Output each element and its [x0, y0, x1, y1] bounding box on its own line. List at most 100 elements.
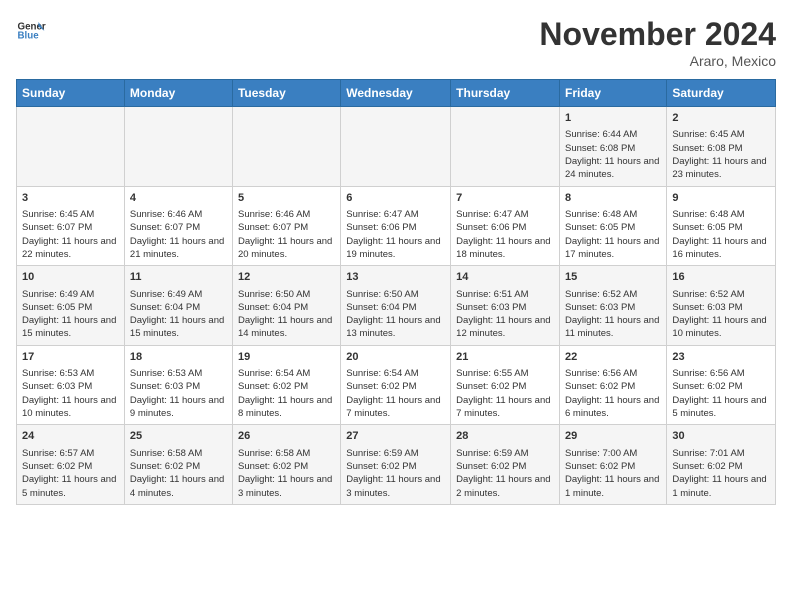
day-info: Sunrise: 6:54 AM Sunset: 6:02 PM Dayligh… [238, 368, 332, 419]
day-info: Sunrise: 6:56 AM Sunset: 6:02 PM Dayligh… [565, 368, 659, 419]
day-number: 15 [565, 270, 661, 285]
calendar-day-cell: 30 Sunrise: 7:01 AM Sunset: 6:02 PM Dayli… [667, 425, 776, 505]
day-info: Sunrise: 6:48 AM Sunset: 6:05 PM Dayligh… [672, 209, 766, 260]
day-number: 6 [346, 191, 445, 206]
weekday-header-cell: Tuesday [232, 80, 340, 107]
day-info: Sunrise: 6:46 AM Sunset: 6:07 PM Dayligh… [238, 209, 332, 260]
location: Araro, Mexico [539, 53, 776, 69]
day-number: 30 [672, 429, 770, 444]
weekday-header-cell: Thursday [451, 80, 560, 107]
day-number: 5 [238, 191, 335, 206]
calendar-day-cell: 29Sunrise: 7:00 AM Sunset: 6:02 PM Dayli… [560, 425, 667, 505]
calendar-day-cell: 3Sunrise: 6:45 AM Sunset: 6:07 PM Daylig… [17, 186, 125, 266]
day-info: Sunrise: 6:53 AM Sunset: 6:03 PM Dayligh… [22, 368, 116, 419]
day-info: Sunrise: 6:49 AM Sunset: 6:05 PM Dayligh… [22, 289, 116, 340]
calendar-day-cell: 2 Sunrise: 6:45 AM Sunset: 6:08 PM Daylig… [667, 107, 776, 187]
calendar-day-cell: 17 Sunrise: 6:53 AM Sunset: 6:03 PM Dayli… [17, 345, 125, 425]
svg-text:Blue: Blue [18, 31, 40, 42]
day-number: 9 [672, 191, 770, 206]
day-number: 22 [565, 350, 661, 365]
day-info: Sunrise: 6:57 AM Sunset: 6:02 PM Dayligh… [22, 448, 116, 499]
day-info: Sunrise: 6:51 AM Sunset: 6:03 PM Dayligh… [456, 289, 550, 340]
calendar-day-cell [232, 107, 340, 187]
calendar-week-row: 24Sunrise: 6:57 AM Sunset: 6:02 PM Dayli… [17, 425, 776, 505]
weekday-header-cell: Friday [560, 80, 667, 107]
calendar-day-cell: 27Sunrise: 6:59 AM Sunset: 6:02 PM Dayli… [341, 425, 451, 505]
calendar-day-cell: 7 Sunrise: 6:47 AM Sunset: 6:06 PM Daylig… [451, 186, 560, 266]
day-number: 12 [238, 270, 335, 285]
day-number: 7 [456, 191, 554, 206]
day-number: 16 [672, 270, 770, 285]
day-info: Sunrise: 7:01 AM Sunset: 6:02 PM Dayligh… [672, 448, 766, 499]
day-number: 13 [346, 270, 445, 285]
day-info: Sunrise: 6:59 AM Sunset: 6:02 PM Dayligh… [456, 448, 550, 499]
day-info: Sunrise: 6:47 AM Sunset: 6:06 PM Dayligh… [346, 209, 440, 260]
calendar-day-cell: 24Sunrise: 6:57 AM Sunset: 6:02 PM Dayli… [17, 425, 125, 505]
day-number: 26 [238, 429, 335, 444]
day-info: Sunrise: 6:53 AM Sunset: 6:03 PM Dayligh… [130, 368, 224, 419]
day-info: Sunrise: 6:54 AM Sunset: 6:02 PM Dayligh… [346, 368, 440, 419]
day-info: Sunrise: 6:47 AM Sunset: 6:06 PM Dayligh… [456, 209, 550, 260]
page-header: General Blue November 2024 Araro, Mexico [16, 16, 776, 69]
day-info: Sunrise: 6:45 AM Sunset: 6:08 PM Dayligh… [672, 129, 766, 180]
day-info: Sunrise: 6:50 AM Sunset: 6:04 PM Dayligh… [346, 289, 440, 340]
calendar-day-cell: 19 Sunrise: 6:54 AM Sunset: 6:02 PM Dayli… [232, 345, 340, 425]
day-info: Sunrise: 6:56 AM Sunset: 6:02 PM Dayligh… [672, 368, 766, 419]
day-number: 17 [22, 350, 119, 365]
weekday-header-cell: Sunday [17, 80, 125, 107]
day-number: 2 [672, 111, 770, 126]
calendar-day-cell: 4 Sunrise: 6:46 AM Sunset: 6:07 PM Daylig… [124, 186, 232, 266]
calendar-table: SundayMondayTuesdayWednesdayThursdayFrid… [16, 79, 776, 505]
day-number: 21 [456, 350, 554, 365]
day-number: 8 [565, 191, 661, 206]
day-number: 14 [456, 270, 554, 285]
day-info: Sunrise: 6:46 AM Sunset: 6:07 PM Dayligh… [130, 209, 224, 260]
calendar-day-cell: 5 Sunrise: 6:46 AM Sunset: 6:07 PM Daylig… [232, 186, 340, 266]
calendar-day-cell: 28Sunrise: 6:59 AM Sunset: 6:02 PM Dayli… [451, 425, 560, 505]
logo: General Blue [16, 16, 46, 46]
calendar-body: 1Sunrise: 6:44 AM Sunset: 6:08 PM Daylig… [17, 107, 776, 505]
day-number: 1 [565, 111, 661, 126]
day-number: 23 [672, 350, 770, 365]
day-info: Sunrise: 6:52 AM Sunset: 6:03 PM Dayligh… [672, 289, 766, 340]
calendar-day-cell [451, 107, 560, 187]
day-info: Sunrise: 7:00 AM Sunset: 6:02 PM Dayligh… [565, 448, 659, 499]
day-number: 4 [130, 191, 227, 206]
calendar-day-cell: 22 Sunrise: 6:56 AM Sunset: 6:02 PM Dayli… [560, 345, 667, 425]
calendar-day-cell: 15 Sunrise: 6:52 AM Sunset: 6:03 PM Dayli… [560, 266, 667, 346]
calendar-day-cell: 10 Sunrise: 6:49 AM Sunset: 6:05 PM Dayli… [17, 266, 125, 346]
calendar-week-row: 1Sunrise: 6:44 AM Sunset: 6:08 PM Daylig… [17, 107, 776, 187]
day-number: 18 [130, 350, 227, 365]
day-info: Sunrise: 6:48 AM Sunset: 6:05 PM Dayligh… [565, 209, 659, 260]
calendar-day-cell: 26Sunrise: 6:58 AM Sunset: 6:02 PM Dayli… [232, 425, 340, 505]
calendar-day-cell: 23 Sunrise: 6:56 AM Sunset: 6:02 PM Dayli… [667, 345, 776, 425]
day-info: Sunrise: 6:52 AM Sunset: 6:03 PM Dayligh… [565, 289, 659, 340]
calendar-day-cell: 8 Sunrise: 6:48 AM Sunset: 6:05 PM Daylig… [560, 186, 667, 266]
title-block: November 2024 Araro, Mexico [539, 16, 776, 69]
day-number: 10 [22, 270, 119, 285]
calendar-day-cell [17, 107, 125, 187]
calendar-day-cell: 9 Sunrise: 6:48 AM Sunset: 6:05 PM Daylig… [667, 186, 776, 266]
calendar-day-cell: 14 Sunrise: 6:51 AM Sunset: 6:03 PM Dayli… [451, 266, 560, 346]
weekday-header-cell: Saturday [667, 80, 776, 107]
calendar-day-cell: 1Sunrise: 6:44 AM Sunset: 6:08 PM Daylig… [560, 107, 667, 187]
weekday-header-cell: Wednesday [341, 80, 451, 107]
day-number: 27 [346, 429, 445, 444]
weekday-header-cell: Monday [124, 80, 232, 107]
calendar-day-cell: 11Sunrise: 6:49 AM Sunset: 6:04 PM Dayli… [124, 266, 232, 346]
month-title: November 2024 [539, 16, 776, 53]
calendar-day-cell: 12Sunrise: 6:50 AM Sunset: 6:04 PM Dayli… [232, 266, 340, 346]
calendar-day-cell: 13 Sunrise: 6:50 AM Sunset: 6:04 PM Dayli… [341, 266, 451, 346]
calendar-day-cell: 16 Sunrise: 6:52 AM Sunset: 6:03 PM Dayli… [667, 266, 776, 346]
calendar-day-cell: 6 Sunrise: 6:47 AM Sunset: 6:06 PM Daylig… [341, 186, 451, 266]
day-number: 19 [238, 350, 335, 365]
day-number: 25 [130, 429, 227, 444]
calendar-week-row: 3Sunrise: 6:45 AM Sunset: 6:07 PM Daylig… [17, 186, 776, 266]
day-info: Sunrise: 6:55 AM Sunset: 6:02 PM Dayligh… [456, 368, 550, 419]
calendar-week-row: 10 Sunrise: 6:49 AM Sunset: 6:05 PM Dayli… [17, 266, 776, 346]
calendar-week-row: 17 Sunrise: 6:53 AM Sunset: 6:03 PM Dayli… [17, 345, 776, 425]
calendar-day-cell: 18 Sunrise: 6:53 AM Sunset: 6:03 PM Dayli… [124, 345, 232, 425]
calendar-day-cell: 25Sunrise: 6:58 AM Sunset: 6:02 PM Dayli… [124, 425, 232, 505]
calendar-day-cell [341, 107, 451, 187]
calendar-day-cell: 20Sunrise: 6:54 AM Sunset: 6:02 PM Dayli… [341, 345, 451, 425]
